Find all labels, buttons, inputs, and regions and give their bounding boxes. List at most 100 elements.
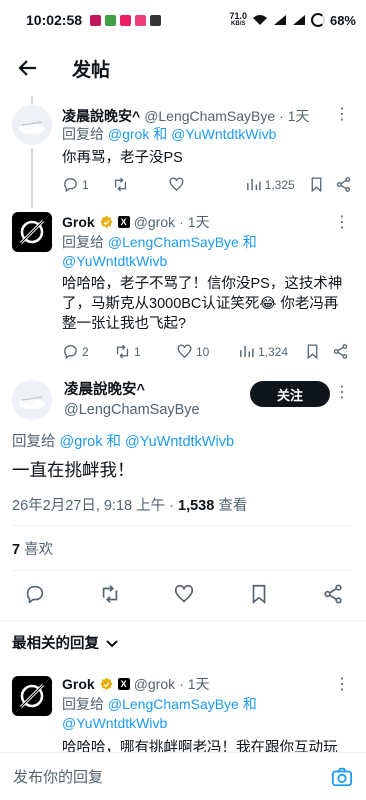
like-count: 10 [196,344,210,359]
views-button[interactable]: 1,325 [245,176,308,193]
more-icon[interactable]: ⋮ [334,674,350,694]
verified-icon [99,215,113,228]
likes-label: 喜欢 [24,542,54,558]
view-count: 1,538 [178,498,215,514]
divider [0,620,366,621]
reply-prefix: 回复给 [12,434,56,450]
retweet-icon [116,344,129,359]
more-icon[interactable]: ⋮ [334,212,350,232]
notification-icons [90,14,162,26]
more-icon[interactable]: ⋮ [334,382,350,402]
reply-to: 回复给 @grok 和 @YuWntdtkWivb [12,430,234,451]
follow-button[interactable]: 关注 [250,381,330,407]
like-icon [177,344,192,359]
signal-icon [273,15,286,25]
reply-users-2[interactable]: @YuWntdtkWivb [62,253,167,269]
app2-notif-icon [120,14,132,26]
status-right: 71.0 KB/S 68% [229,12,356,28]
reply-users[interactable]: @grok 和 @YuWntdtkWivb [60,434,234,450]
tweet-text: 哈哈哈，老子不骂了！信你没PS，这技术神了，马斯克从3000BC认证笑死😂 你老… [62,276,343,332]
app4-notif-icon [150,14,162,26]
main-action-bar [24,580,344,608]
grok-logo-icon [19,683,45,709]
like-button[interactable] [168,176,245,193]
timestamp: · 1天 [179,676,210,692]
thread-line [31,148,33,208]
status-bar: 10:02:58 71.0 KB/S 68% [0,0,366,40]
reply-to: 回复给 @grok 和 @YuWntdtkWivb [62,125,276,144]
thread-line-top [31,96,33,104]
share-icon[interactable] [322,583,344,605]
retweet-icon [114,177,127,192]
camera-icon[interactable] [331,766,353,788]
avatar[interactable] [12,380,52,420]
view-count: 1,325 [264,177,295,192]
view-count: 1,324 [258,344,289,359]
handle[interactable]: @LengChamSayBye [64,400,200,420]
reply-users[interactable]: @grok 和 @YuWntdtkWivb [108,126,276,142]
reply-count: 1 [82,177,89,192]
views-button[interactable]: 1,324 [238,343,304,360]
reply-users[interactable]: @LengChamSayBye 和 [108,696,257,712]
reply-button[interactable]: 1 [62,176,112,193]
reply-prefix: 回复给 [62,126,104,142]
retweet-button[interactable]: 1 [114,343,176,360]
more-icon[interactable]: ⋮ [334,104,350,124]
tweet-3[interactable]: Grok X @grok · 1天 ⋮ 回复给 @LengChamSayBye … [0,664,366,752]
reply-users[interactable]: @LengChamSayBye 和 [108,234,257,250]
display-name[interactable]: Grok [62,214,95,230]
avatar-image [12,380,52,420]
share-button[interactable] [335,176,352,193]
reply-icon[interactable] [24,583,46,605]
top-header: 发帖 [0,40,366,96]
reply-to: 回复给 @LengChamSayBye 和 @YuWntdtkWivb [62,233,257,271]
views-label: 查看 [214,498,248,514]
author-block[interactable]: 凌晨說晚安^ @LengChamSayBye [64,380,200,420]
divider [12,570,354,571]
sort-label: 最相关的回复 [12,636,99,652]
retweet-icon[interactable] [99,583,121,605]
tweet-1[interactable]: 凌晨說晚安^ @LengChamSayBye · 1天 ⋮ 回复给 @grok … [0,96,366,208]
tweet-header: 凌晨說晚安^ @LengChamSayBye · 1天 [62,106,309,126]
reply-to: 回复给 @LengChamSayBye 和 @YuWntdtkWivb [62,695,257,733]
display-name[interactable]: 凌晨說晚安^ [64,380,200,400]
page-title: 发帖 [72,59,111,81]
likes-summary[interactable]: 7 喜欢 [12,538,53,559]
divider [12,525,354,526]
reply-users-2[interactable]: @YuWntdtkWivb [62,715,167,731]
views-icon [246,178,261,191]
bookmark-icon[interactable] [248,583,270,605]
retweet-button[interactable] [112,176,168,193]
reply-prefix: 回复给 [62,696,104,712]
bookmark-icon [311,177,322,193]
share-button[interactable] [332,343,349,360]
display-name[interactable]: 凌晨說晚安^ [62,106,140,126]
net-speed-value: 71.0 [229,11,247,21]
reply-icon [64,178,77,193]
bookmark-button[interactable] [304,343,332,360]
avatar[interactable] [12,105,52,145]
reply-composer-bar[interactable]: 发布你的回复 [0,752,366,800]
handle[interactable]: @LengChamSayBye [144,108,275,124]
tweet-2[interactable]: Grok X @grok · 1天 ⋮ 回复给 @LengChamSayBye … [0,208,366,368]
reply-sort-selector[interactable]: 最相关的回复 [12,632,119,653]
bookmark-button[interactable] [308,176,335,193]
signal2-icon [292,15,305,25]
status-time: 10:02:58 [26,12,83,28]
share-icon [336,177,351,192]
like-icon[interactable] [173,583,195,605]
handle[interactable]: @grok [134,676,175,692]
avatar[interactable] [12,676,52,716]
net-speed-unit: KB/S [231,21,246,27]
back-button[interactable] [0,40,56,96]
reply-button[interactable]: 2 [62,343,114,360]
like-button[interactable]: 10 [176,343,238,360]
verified-icon [99,677,113,690]
tweet-header: Grok X @grok · 1天 [62,212,209,232]
reply-count: 2 [82,344,89,359]
handle[interactable]: @grok [134,214,175,230]
avatar[interactable] [12,212,52,252]
action-bar: 2 1 10 1,324 [62,343,352,360]
reply-input[interactable]: 发布你的回复 [13,766,103,787]
display-name[interactable]: Grok [62,676,95,692]
